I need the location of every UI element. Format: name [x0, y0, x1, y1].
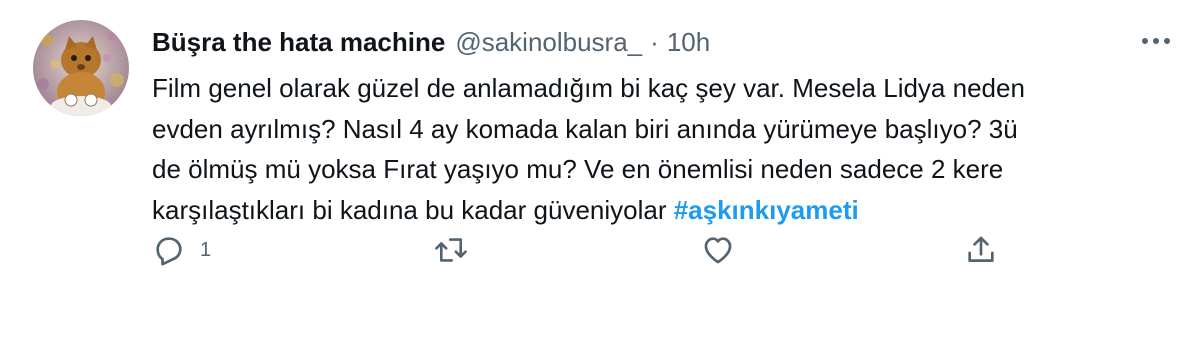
more-icon [1142, 38, 1170, 44]
share-button[interactable] [964, 230, 998, 270]
retweet-button[interactable] [433, 230, 469, 270]
tweet-text-line: Film genel olarak güzel de anlamadığım b… [152, 73, 1025, 103]
tweet-text-line-last: karşılaştıkları bi kadına bu kadar güven… [152, 190, 1152, 231]
reply-count: 1 [200, 238, 212, 261]
tweet: Büşra the hata machine @sakinolbusra_ · … [0, 0, 1196, 338]
tweet-actions: 1 [0, 230, 1196, 270]
tweet-text-line: karşılaştıkları bi kadına bu kadar güven… [152, 194, 674, 225]
avatar-image [33, 20, 129, 116]
author-name[interactable]: Büşra the hata machine [152, 22, 445, 62]
tweet-text-line: evden ayrılmış? Nasıl 4 ay komada kalan … [152, 113, 1018, 144]
author-handle[interactable]: @sakinolbusra_ [455, 22, 642, 62]
like-button[interactable] [700, 230, 736, 270]
share-icon [968, 236, 994, 262]
tweet-text: Film genel olarak güzel de anlamadığım b… [152, 68, 1152, 230]
reply-button[interactable]: 1 [152, 230, 211, 270]
tweet-content: Büşra the hata machine @sakinolbusra_ · … [152, 22, 1152, 230]
tweet-header: Büşra the hata machine @sakinolbusra_ · … [152, 22, 1152, 62]
avatar[interactable] [33, 20, 129, 116]
timestamp[interactable]: 10h [667, 22, 710, 62]
more-options-button[interactable] [1136, 26, 1176, 56]
tweet-text-line: de ölmüş mü yoksa Fırat yaşıyo mu? Ve en… [152, 154, 1004, 184]
like-icon [704, 237, 732, 264]
retweet-icon [435, 238, 467, 262]
hashtag-link[interactable]: #aşkınkıyameti [674, 195, 859, 225]
reply-icon [156, 237, 182, 266]
separator-dot: · [650, 27, 659, 57]
